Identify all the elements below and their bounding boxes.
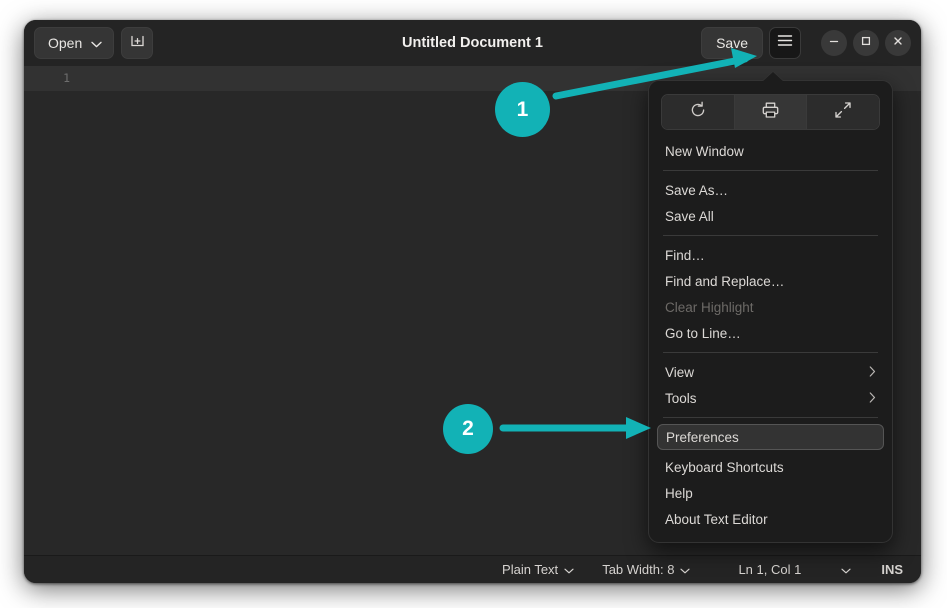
new-tab-icon xyxy=(129,33,146,54)
new-tab-button[interactable] xyxy=(121,27,154,59)
chevron-down-icon xyxy=(680,562,691,577)
maximize-button[interactable] xyxy=(853,30,879,56)
menu-item-label: Keyboard Shortcuts xyxy=(665,459,784,475)
menu-item-go-to-line[interactable]: Go to Line… xyxy=(657,320,884,346)
popover-toolbar xyxy=(661,94,880,130)
status-bar: Plain Text Tab Width: 8 Ln 1, Col 1 INS xyxy=(24,555,921,583)
tab-width-label: Tab Width: 8 xyxy=(602,562,675,577)
screenshot-root: Open Untitled Document 1 Save 1 Plain Te… xyxy=(0,0,947,608)
print-button[interactable] xyxy=(734,95,808,129)
fullscreen-button[interactable] xyxy=(807,95,879,129)
tab-width-selector[interactable]: Tab Width: 8 xyxy=(588,556,704,584)
header-bar: Open Untitled Document 1 Save xyxy=(24,20,921,67)
menu-item-clear-highlight: Clear Highlight xyxy=(657,294,884,320)
close-icon xyxy=(892,34,904,52)
language-label: Plain Text xyxy=(502,562,559,577)
print-icon xyxy=(761,101,780,124)
annotation-badge-2-number: 2 xyxy=(462,417,474,440)
menu-separator xyxy=(663,235,878,236)
reload-icon xyxy=(689,101,707,124)
chevron-right-icon xyxy=(869,391,876,406)
menu-item-save-as[interactable]: Save As… xyxy=(657,177,884,203)
menu-separator xyxy=(663,352,878,353)
menu-item-label: Find… xyxy=(665,247,705,263)
maximize-icon xyxy=(860,34,872,52)
menu-item-find-and-replace[interactable]: Find and Replace… xyxy=(657,268,884,294)
insert-mode-label: INS xyxy=(881,562,903,577)
main-menu-popover: New Window Save As… Save All Find… Find … xyxy=(648,72,893,543)
menu-item-label: Preferences xyxy=(666,429,739,445)
menu-item-about[interactable]: About Text Editor xyxy=(657,506,884,532)
menu-item-help[interactable]: Help xyxy=(657,480,884,506)
hamburger-menu-icon xyxy=(777,34,793,52)
minimize-icon xyxy=(828,34,840,52)
menu-item-label: Save All xyxy=(665,208,714,224)
menu-item-view[interactable]: View xyxy=(657,359,884,385)
chevron-down-icon xyxy=(564,562,574,577)
cursor-position-selector[interactable]: Ln 1, Col 1 xyxy=(704,556,865,584)
annotation-badge-1: 1 xyxy=(495,82,550,137)
chevron-down-icon xyxy=(91,35,102,51)
menu-item-keyboard-shortcuts[interactable]: Keyboard Shortcuts xyxy=(657,454,884,480)
annotation-badge-2: 2 xyxy=(443,404,493,454)
chevron-down-icon xyxy=(841,562,851,577)
annotation-badge-1-number: 1 xyxy=(516,97,529,121)
chevron-right-icon xyxy=(869,365,876,380)
save-button[interactable]: Save xyxy=(701,27,763,59)
language-selector[interactable]: Plain Text xyxy=(488,556,588,584)
menu-separator xyxy=(663,417,878,418)
reload-button[interactable] xyxy=(662,95,735,129)
menu-item-label: View xyxy=(665,364,695,380)
menu-item-label: About Text Editor xyxy=(665,511,768,527)
menu-item-label: New Window xyxy=(665,143,744,159)
header-right-group: Save xyxy=(701,27,911,59)
menu-item-find[interactable]: Find… xyxy=(657,242,884,268)
cursor-position-label: Ln 1, Col 1 xyxy=(738,562,802,577)
menu-item-label: Save As… xyxy=(665,182,729,198)
menu-item-label: Find and Replace… xyxy=(665,273,785,289)
menu-item-save-all[interactable]: Save All xyxy=(657,203,884,229)
menu-item-tools[interactable]: Tools xyxy=(657,385,884,411)
menu-item-new-window[interactable]: New Window xyxy=(657,138,884,164)
header-left-group: Open xyxy=(34,27,154,59)
menu-item-label: Tools xyxy=(665,390,697,406)
close-button[interactable] xyxy=(885,30,911,56)
popover-tail xyxy=(762,72,784,82)
hamburger-menu-button[interactable] xyxy=(769,27,801,59)
menu-item-label: Clear Highlight xyxy=(665,299,754,315)
save-button-label: Save xyxy=(716,35,748,51)
menu-separator xyxy=(663,170,878,171)
menu-item-label: Go to Line… xyxy=(665,325,741,341)
open-button[interactable]: Open xyxy=(34,27,115,59)
open-button-label: Open xyxy=(48,35,83,51)
line-number-gutter: 1 xyxy=(63,71,70,85)
fullscreen-icon xyxy=(834,101,852,124)
menu-item-preferences[interactable]: Preferences xyxy=(657,424,884,450)
menu-item-label: Help xyxy=(665,485,693,501)
minimize-button[interactable] xyxy=(821,30,847,56)
